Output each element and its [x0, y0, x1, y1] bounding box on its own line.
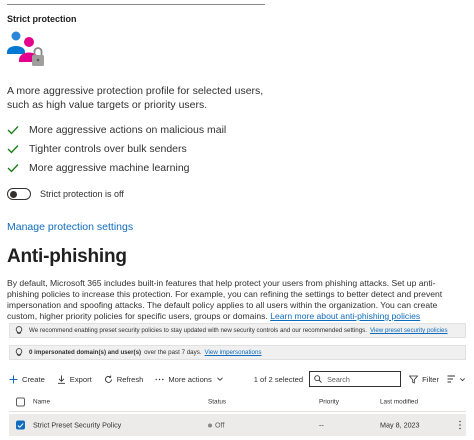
last-modified-value: May 8, 2023 — [380, 420, 420, 430]
create-label: Create — [22, 374, 45, 384]
refresh-label: Refresh — [116, 374, 144, 384]
more-actions-label: More actions — [168, 374, 212, 384]
checkmark-icon — [17, 422, 24, 428]
status-dot-icon — [208, 423, 212, 427]
page-title: Anti-phishing — [7, 246, 127, 267]
recommendation-banner: We recommend enabling preset security po… — [9, 323, 466, 338]
create-button[interactable]: Create — [9, 375, 45, 384]
group-by-button[interactable] — [447, 375, 466, 383]
filter-button[interactable]: Filter — [409, 375, 439, 384]
strict-protection-toggle[interactable] — [7, 188, 31, 200]
export-button[interactable]: Export — [57, 375, 92, 384]
checkmark-icon — [7, 164, 19, 173]
feature-label: More aggressive actions on malicious mai… — [29, 124, 227, 136]
command-bar: Create Export Refresh More actions 1 of … — [9, 369, 466, 389]
anti-phishing-description: By default, Microsoft 365 includes built… — [7, 278, 467, 322]
policies-table: Name Status Priority Last modified Stric… — [9, 393, 466, 436]
users-lock-illustration-icon — [7, 31, 44, 66]
feature-label: Tighter controls over bulk senders — [29, 143, 187, 155]
selection-count: 1 of 2 selected — [253, 374, 304, 384]
ellipsis-icon — [155, 378, 164, 380]
feature-item: More aggressive actions on malicious mai… — [7, 124, 226, 136]
banner-text: We recommend enabling preset security po… — [29, 327, 367, 334]
row-more-options-icon[interactable] — [458, 420, 462, 430]
search-input[interactable]: Search — [309, 371, 402, 387]
feature-label: More aggressive machine learning — [29, 162, 190, 174]
refresh-icon — [104, 375, 112, 383]
column-header-last-modified[interactable]: Last modified — [380, 399, 418, 406]
row-checkbox[interactable] — [16, 420, 25, 430]
more-actions-button[interactable]: More actions — [155, 375, 223, 384]
lightbulb-icon — [15, 326, 23, 334]
column-header-status[interactable]: Status — [208, 399, 226, 406]
column-header-priority[interactable]: Priority — [319, 399, 339, 406]
view-preset-policies-link[interactable]: View preset security policies — [370, 327, 448, 334]
select-all-checkbox[interactable] — [16, 397, 25, 407]
strict-protection-toggle-row: Strict protection is off — [7, 188, 124, 200]
checkmark-icon — [7, 145, 19, 154]
checkmark-icon — [7, 126, 19, 135]
impersonation-count: 0 impersonated domain(s) and user(s) — [29, 349, 142, 356]
chevron-down-icon — [460, 377, 465, 381]
strict-protection-description: A more aggressive protection profile for… — [7, 85, 264, 111]
column-header-name[interactable]: Name — [33, 399, 50, 406]
learn-more-link[interactable]: Learn more about anti-phishing policies — [270, 311, 420, 321]
toggle-label: Strict protection is off — [40, 189, 124, 199]
export-label: Export — [69, 374, 92, 384]
table-row[interactable]: Strict Preset Security Policy Off -- May… — [9, 414, 466, 436]
status-text: Off — [215, 420, 225, 430]
list-icon — [447, 375, 455, 383]
search-icon — [314, 375, 322, 383]
toggle-knob — [10, 190, 17, 198]
status-badge: Off — [208, 421, 224, 430]
filter-label: Filter — [422, 374, 439, 384]
banner-text: over the past 7 days. — [144, 349, 202, 356]
download-icon — [57, 375, 65, 384]
search-placeholder: Search — [327, 374, 350, 384]
refresh-button[interactable]: Refresh — [104, 374, 144, 384]
policy-name[interactable]: Strict Preset Security Policy — [33, 421, 121, 430]
impersonation-banner: 0 impersonated domain(s) and user(s) ove… — [9, 345, 466, 360]
manage-protection-settings-link[interactable]: Manage protection settings — [7, 221, 133, 233]
feature-item: Tighter controls over bulk senders — [7, 143, 187, 155]
chevron-down-icon — [217, 377, 223, 381]
filter-icon — [409, 375, 419, 384]
feature-item: More aggressive machine learning — [7, 162, 190, 174]
command-bar-right: 1 of 2 selected Search Filter — [254, 369, 466, 389]
strict-protection-title: Strict protection — [7, 14, 77, 24]
section-divider — [7, 4, 265, 5]
plus-icon — [9, 375, 18, 383]
priority-value: -- — [319, 420, 324, 430]
table-header: Name Status Priority Last modified — [9, 393, 466, 412]
lightbulb-icon — [15, 348, 23, 356]
view-impersonations-link[interactable]: View impersonations — [205, 349, 262, 356]
